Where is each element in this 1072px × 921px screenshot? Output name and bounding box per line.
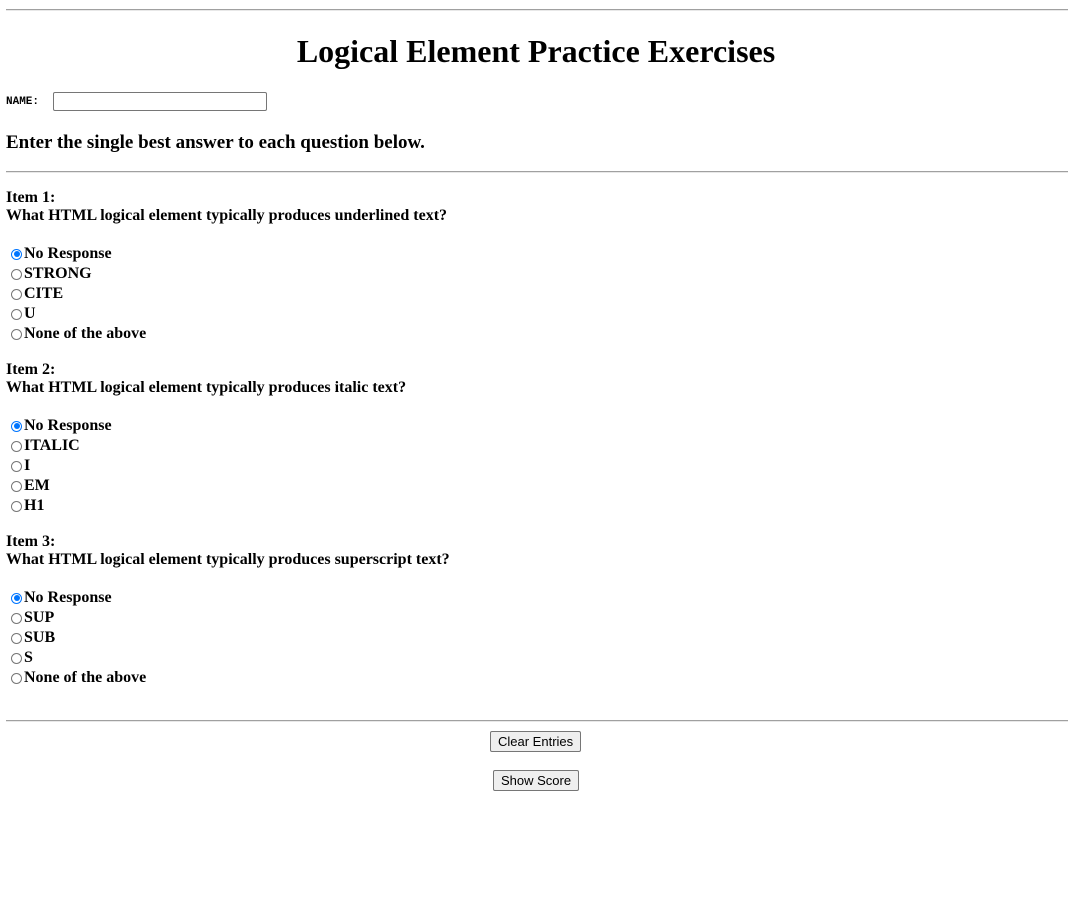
radio-button[interactable] xyxy=(11,248,22,260)
option-label: H1 xyxy=(24,497,45,514)
show-score-button[interactable]: Show Score xyxy=(493,770,580,791)
item-heading: Item 1: xyxy=(6,189,56,206)
top-divider xyxy=(6,9,1068,11)
option-label: SUB xyxy=(24,629,56,646)
option-label: I xyxy=(24,457,31,474)
option-label: None of the above xyxy=(24,669,147,686)
radio-button[interactable] xyxy=(11,420,22,432)
option-no-response[interactable]: No Response xyxy=(6,416,406,436)
option-label: CITE xyxy=(24,285,64,302)
radio-button[interactable] xyxy=(11,328,22,340)
option-em[interactable]: EM xyxy=(6,476,406,496)
radio-button[interactable] xyxy=(11,480,22,492)
radio-button[interactable] xyxy=(11,288,22,300)
option-label: EM xyxy=(24,477,50,494)
radio-button[interactable] xyxy=(11,268,22,280)
option-sub[interactable]: SUB xyxy=(6,628,450,648)
question-item-2: Item 2: What HTML logical element typica… xyxy=(6,361,406,516)
option-strong[interactable]: STRONG xyxy=(6,264,447,284)
name-row: NAME: xyxy=(6,91,268,112)
option-label: None of the above xyxy=(24,325,147,342)
instructions-divider xyxy=(6,171,1068,173)
question-item-1: Item 1: What HTML logical element typica… xyxy=(6,189,447,344)
bottom-divider xyxy=(6,720,1068,722)
radio-button[interactable] xyxy=(11,652,22,664)
item-question: What HTML logical element typically prod… xyxy=(6,207,448,224)
option-label: ITALIC xyxy=(24,437,80,454)
option-u[interactable]: U xyxy=(6,304,447,324)
option-i[interactable]: I xyxy=(6,456,406,476)
radio-button[interactable] xyxy=(11,612,22,624)
radio-button[interactable] xyxy=(11,672,22,684)
radio-button[interactable] xyxy=(11,308,22,320)
page-title: Logical Element Practice Exercises xyxy=(296,33,776,69)
radio-button[interactable] xyxy=(11,592,22,604)
option-italic[interactable]: ITALIC xyxy=(6,436,406,456)
radio-button[interactable] xyxy=(11,440,22,452)
option-s[interactable]: S xyxy=(6,648,450,668)
option-label: S xyxy=(24,649,33,666)
clear-entries-button[interactable]: Clear Entries xyxy=(490,731,582,752)
radio-button[interactable] xyxy=(11,460,22,472)
radio-button[interactable] xyxy=(11,632,22,644)
radio-button[interactable] xyxy=(11,500,22,512)
options-group: No Response ITALIC I EM H1 xyxy=(6,416,406,516)
option-no-response[interactable]: No Response xyxy=(6,588,450,608)
options-group: No Response STRONG CITE U None of the ab… xyxy=(6,244,447,344)
option-label: No Response xyxy=(24,245,112,262)
item-question: What HTML logical element typically prod… xyxy=(6,551,450,568)
option-label: SUP xyxy=(24,609,55,626)
option-cite[interactable]: CITE xyxy=(6,284,447,304)
item-question: What HTML logical element typically prod… xyxy=(6,379,407,396)
name-label: NAME: xyxy=(6,95,40,108)
option-h1[interactable]: H1 xyxy=(6,496,406,516)
item-heading: Item 2: xyxy=(6,361,56,378)
option-label: No Response xyxy=(24,589,112,606)
name-input[interactable] xyxy=(53,92,268,111)
option-no-response[interactable]: No Response xyxy=(6,244,447,264)
question-item-3: Item 3: What HTML logical element typica… xyxy=(6,533,450,688)
option-label: No Response xyxy=(24,417,112,434)
instructions: Enter the single best answer to each que… xyxy=(6,132,425,153)
option-none[interactable]: None of the above xyxy=(6,668,450,688)
option-label: U xyxy=(24,305,36,322)
option-label: STRONG xyxy=(24,265,92,282)
options-group: No Response SUP SUB S None of the above xyxy=(6,588,450,688)
option-none[interactable]: None of the above xyxy=(6,324,447,344)
item-heading: Item 3: xyxy=(6,533,56,550)
option-sup[interactable]: SUP xyxy=(6,608,450,628)
